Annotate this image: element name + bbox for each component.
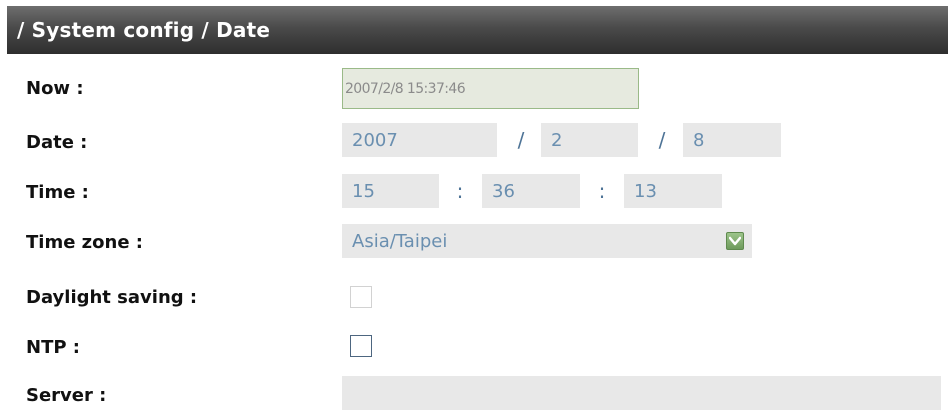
date-separator: / — [517, 128, 525, 152]
hour-field[interactable]: 15 — [342, 174, 439, 208]
chevron-down-icon[interactable] — [726, 232, 744, 250]
date-label: Date : — [26, 132, 88, 153]
time-label: Time : — [26, 182, 89, 203]
year-field[interactable]: 2007 — [342, 123, 497, 157]
ntp-label: NTP : — [26, 337, 80, 358]
server-input[interactable] — [342, 376, 941, 410]
ntp-checkbox[interactable] — [350, 335, 372, 357]
timezone-selected-value: Asia/Taipei — [352, 230, 448, 252]
page-title: / System config / Date — [17, 18, 271, 42]
time-separator: : — [456, 179, 464, 203]
page-header: / System config / Date — [7, 6, 948, 54]
timezone-label: Time zone : — [26, 232, 144, 253]
day-field[interactable]: 8 — [683, 123, 781, 157]
daylight-saving-checkbox[interactable] — [350, 286, 372, 308]
second-field[interactable]: 13 — [624, 174, 722, 208]
minute-field[interactable]: 36 — [482, 174, 580, 208]
now-label: Now : — [26, 78, 84, 99]
daylight-saving-label: Daylight saving : — [26, 287, 198, 308]
date-separator: / — [658, 128, 666, 152]
timezone-select[interactable]: Asia/Taipei — [342, 224, 752, 258]
server-label: Server : — [26, 385, 107, 406]
month-field[interactable]: 2 — [541, 123, 638, 157]
time-separator: : — [598, 179, 606, 203]
now-display: 2007/2/8 15:37:46 — [342, 68, 639, 109]
